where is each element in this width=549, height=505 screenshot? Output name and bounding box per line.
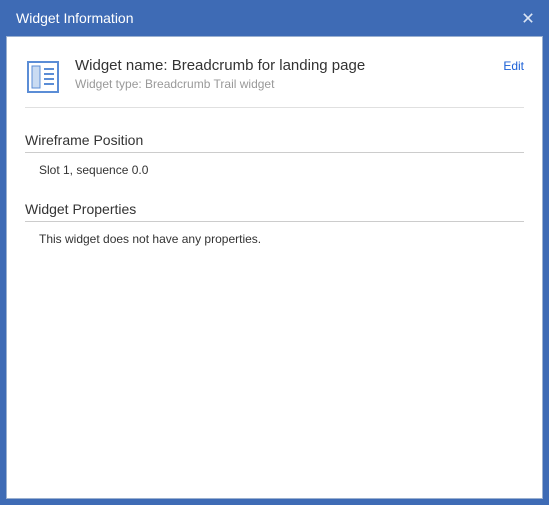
edit-button[interactable]: Edit (503, 59, 524, 73)
widget-type-label: Widget type: Breadcrumb Trail widget (75, 77, 489, 91)
dialog-title: Widget Information (16, 10, 134, 26)
titlebar: Widget Information (6, 0, 543, 36)
wireframe-position-value: Slot 1, sequence 0.0 (25, 153, 524, 177)
widget-header-text: Widget name: Breadcrumb for landing page… (75, 57, 489, 91)
section-title-properties: Widget Properties (25, 201, 524, 222)
widget-properties-section: Widget Properties This widget does not h… (25, 201, 524, 246)
widget-header: Widget name: Breadcrumb for landing page… (25, 53, 524, 108)
section-title-wireframe: Wireframe Position (25, 132, 524, 153)
widget-icon (25, 59, 61, 95)
widget-properties-value: This widget does not have any properties… (25, 222, 524, 246)
wireframe-position-section: Wireframe Position Slot 1, sequence 0.0 (25, 132, 524, 177)
dialog-window: Widget Information Widget name: (0, 0, 549, 505)
close-icon[interactable] (519, 9, 537, 27)
dialog-content: Widget name: Breadcrumb for landing page… (6, 36, 543, 499)
widget-name-label: Widget name: Breadcrumb for landing page (75, 57, 489, 74)
